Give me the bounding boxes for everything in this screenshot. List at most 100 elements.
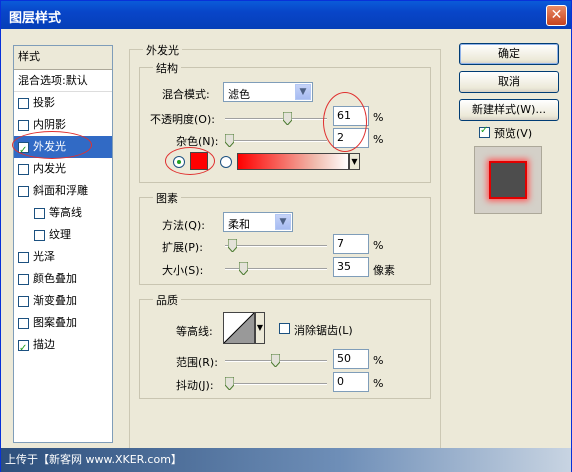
- jitter-unit: %: [373, 377, 384, 390]
- elements-title: 图素: [153, 190, 181, 206]
- style-checkbox[interactable]: [18, 251, 29, 263]
- range-unit: %: [373, 354, 384, 367]
- slider-thumb-icon[interactable]: [225, 377, 234, 390]
- style-checkbox[interactable]: [18, 273, 29, 285]
- opacity-slider[interactable]: [225, 112, 327, 125]
- opacity-input[interactable]: 61: [333, 106, 369, 126]
- slider-thumb-icon[interactable]: [239, 262, 248, 275]
- style-item-label: 等高线: [49, 206, 82, 219]
- style-item-label: 内发光: [33, 162, 66, 175]
- size-input[interactable]: 35: [333, 257, 369, 277]
- jitter-slider[interactable]: [225, 377, 327, 390]
- style-item[interactable]: 描边: [14, 334, 112, 360]
- chevron-down-icon: ▼: [275, 214, 291, 230]
- slider-thumb-icon[interactable]: [228, 239, 237, 252]
- style-checkbox[interactable]: [18, 140, 29, 162]
- style-checkbox[interactable]: [18, 317, 29, 329]
- style-item[interactable]: 渐变叠加: [14, 290, 112, 312]
- structure-title: 结构: [153, 60, 181, 76]
- style-item-label: 描边: [33, 338, 55, 351]
- anti-alias-checkbox[interactable]: [279, 323, 290, 334]
- method-select[interactable]: 柔和 ▼: [223, 212, 293, 232]
- outer-glow-title: 外发光: [143, 42, 182, 58]
- opacity-unit: %: [373, 111, 384, 124]
- new-style-button[interactable]: 新建样式(W)...: [459, 99, 559, 121]
- style-checkbox[interactable]: [18, 338, 29, 360]
- style-item-label: 内阴影: [33, 118, 66, 131]
- contour-picker[interactable]: [223, 312, 255, 344]
- style-item[interactable]: 光泽: [14, 246, 112, 268]
- jitter-input[interactable]: 0: [333, 372, 369, 392]
- style-checkbox[interactable]: [18, 185, 29, 197]
- title-bar: 图层样式 ✕: [1, 1, 571, 29]
- blend-options-item[interactable]: 混合选项:默认: [14, 70, 112, 92]
- chevron-down-icon: ▼: [295, 84, 311, 100]
- size-unit: 像素: [373, 264, 395, 277]
- size-slider[interactable]: [225, 262, 327, 275]
- preview-label: 预览(V): [494, 127, 533, 140]
- gradient-swatch[interactable]: [237, 153, 349, 170]
- quality-title: 品质: [153, 292, 181, 308]
- color-radio[interactable]: [173, 156, 185, 168]
- style-checkbox[interactable]: [34, 207, 45, 219]
- style-checkbox[interactable]: [34, 229, 45, 241]
- style-item-label: 斜面和浮雕: [33, 184, 88, 197]
- spread-label: 扩展(P):: [162, 241, 203, 254]
- chevron-down-icon[interactable]: ▼: [349, 153, 360, 170]
- glow-color-swatch[interactable]: [190, 152, 208, 170]
- noise-input[interactable]: 2: [333, 128, 369, 148]
- slider-thumb-icon[interactable]: [225, 134, 234, 147]
- style-item[interactable]: 斜面和浮雕: [14, 180, 112, 202]
- style-item[interactable]: 外发光: [14, 136, 112, 162]
- style-checkbox[interactable]: [18, 295, 29, 307]
- style-item-label: 光泽: [33, 250, 55, 263]
- style-item[interactable]: 图案叠加: [14, 312, 112, 334]
- style-item[interactable]: 投影: [14, 92, 112, 114]
- contour-curve-icon: [223, 312, 255, 344]
- preview-swatch: [489, 161, 527, 199]
- opacity-label: 不透明度(O):: [150, 113, 215, 126]
- watermark-text: 上传于【新客网 www.XKER.com】: [5, 453, 182, 466]
- style-item[interactable]: 纹理: [14, 224, 112, 246]
- cancel-button[interactable]: 取消: [459, 71, 559, 93]
- close-button[interactable]: ✕: [546, 5, 567, 26]
- style-item-label: 纹理: [49, 228, 71, 241]
- ok-button[interactable]: 确定: [459, 43, 559, 65]
- method-label: 方法(Q):: [162, 219, 205, 232]
- range-label: 范围(R):: [176, 356, 218, 369]
- slider-thumb-icon[interactable]: [283, 112, 292, 125]
- blend-mode-value: 滤色: [228, 88, 250, 101]
- size-label: 大小(S):: [162, 264, 204, 277]
- style-item-label: 颜色叠加: [33, 272, 77, 285]
- style-item-label: 渐变叠加: [33, 294, 77, 307]
- blend-mode-select[interactable]: 滤色 ▼: [223, 82, 313, 102]
- style-checkbox[interactable]: [18, 97, 29, 109]
- style-item[interactable]: 内发光: [14, 158, 112, 180]
- blend-mode-label: 混合模式:: [162, 88, 210, 101]
- style-item[interactable]: 颜色叠加: [14, 268, 112, 290]
- spread-unit: %: [373, 239, 384, 252]
- style-item-label: 外发光: [33, 140, 66, 153]
- spread-input[interactable]: 7: [333, 234, 369, 254]
- preview-checkbox[interactable]: [479, 125, 490, 138]
- spread-slider[interactable]: [225, 239, 327, 252]
- layer-style-dialog: 图层样式 ✕ 样式 混合选项:默认 投影内阴影外发光内发光斜面和浮雕等高线纹理光…: [0, 0, 572, 472]
- style-item[interactable]: 等高线: [14, 202, 112, 224]
- noise-label: 杂色(N):: [176, 135, 219, 148]
- gradient-radio[interactable]: [220, 156, 232, 168]
- style-checkbox[interactable]: [18, 119, 29, 131]
- slider-thumb-icon[interactable]: [271, 354, 280, 367]
- range-slider[interactable]: [225, 354, 327, 367]
- method-value: 柔和: [228, 218, 250, 231]
- window-title: 图层样式: [9, 11, 62, 26]
- style-item-label: 图案叠加: [33, 316, 77, 329]
- contour-label: 等高线:: [176, 325, 213, 338]
- noise-slider[interactable]: [225, 134, 327, 147]
- range-input[interactable]: 50: [333, 349, 369, 369]
- chevron-down-icon[interactable]: ▼: [255, 312, 265, 344]
- styles-header: 样式: [14, 46, 112, 70]
- anti-alias-label: 消除锯齿(L): [294, 324, 353, 337]
- style-item[interactable]: 内阴影: [14, 114, 112, 136]
- style-checkbox[interactable]: [18, 163, 29, 175]
- jitter-label: 抖动(J):: [176, 379, 214, 392]
